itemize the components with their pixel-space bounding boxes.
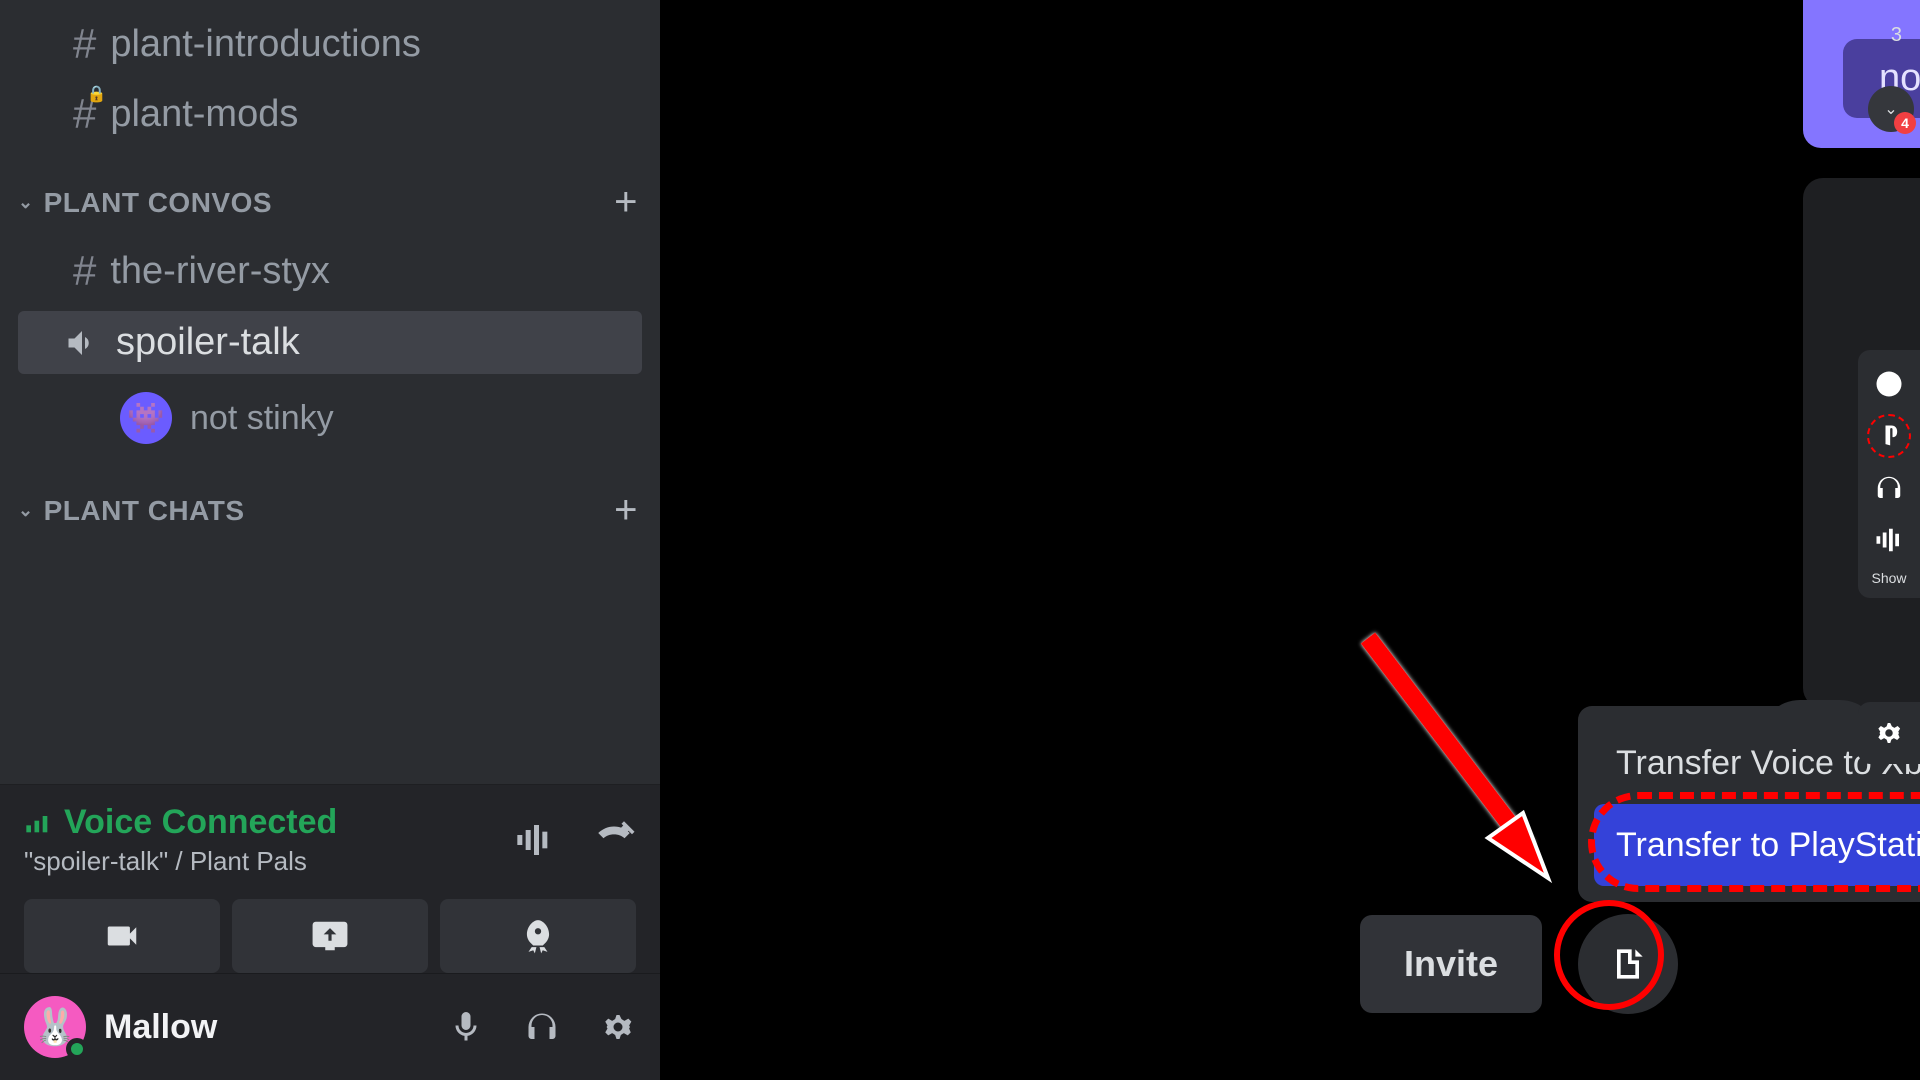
voice-connected-status[interactable]: Voice Connected	[24, 803, 337, 842]
activity-button[interactable]	[440, 899, 636, 973]
screen-share-icon	[311, 917, 349, 955]
platform-panel: Show	[1858, 350, 1920, 598]
channel-label: plant-mods	[110, 93, 298, 136]
transfer-voice-button[interactable]	[1578, 914, 1678, 1014]
category-plant-chats[interactable]: ⌄ PLANT CHATS +	[0, 458, 660, 543]
hash-icon: #	[73, 247, 96, 295]
settings-button[interactable]	[600, 1009, 636, 1045]
current-user-avatar[interactable]: 🐰	[24, 996, 86, 1058]
camera-icon	[103, 917, 141, 955]
xbox-platform-button[interactable]	[1867, 362, 1911, 406]
playstation-platform-button[interactable]	[1867, 414, 1911, 458]
headphones-button[interactable]	[1867, 466, 1911, 510]
voice-toolbar: Invite ⌄	[1360, 914, 1920, 1014]
channel-label: the-river-styx	[110, 250, 330, 293]
channel-plant-mods[interactable]: #🔒 plant-mods	[18, 80, 642, 148]
voice-channel-spoiler-talk[interactable]: spoiler-talk	[18, 311, 642, 374]
annotation-arrow	[1348, 618, 1588, 918]
voice-call-view: not stinky ✦ ✦ No one else is here yet. …	[660, 0, 1920, 1080]
signal-icon	[24, 809, 52, 837]
inbox-button[interactable]: ⌄ 4	[1868, 86, 1914, 132]
invite-button[interactable]: Invite	[1360, 915, 1542, 1013]
channel-plant-introductions[interactable]: # plant-introductions	[18, 10, 642, 78]
online-status-icon	[66, 1038, 88, 1060]
deafen-button[interactable]	[524, 1009, 560, 1045]
video-button[interactable]	[24, 899, 220, 973]
notification-count: 4	[1894, 112, 1916, 134]
voice-status-text: Voice Connected	[64, 803, 337, 842]
add-channel-button[interactable]: +	[614, 488, 638, 533]
screen-share-button[interactable]	[232, 899, 428, 973]
speaker-icon	[64, 325, 100, 361]
hash-icon: #🔒	[73, 90, 96, 138]
right-rail: 3 ⌄ 4 Show	[1858, 0, 1920, 1080]
add-channel-button[interactable]: +	[614, 180, 638, 225]
user-avatar-icon	[120, 392, 172, 444]
category-plant-convos[interactable]: ⌄ PLANT CONVOS +	[0, 150, 660, 235]
hash-icon: #	[73, 20, 96, 68]
voice-user-not-stinky[interactable]: not stinky	[0, 378, 660, 458]
category-label: PLANT CONVOS	[44, 187, 272, 219]
voice-channel-label: spoiler-talk	[116, 321, 300, 364]
lock-icon: 🔒	[86, 84, 106, 104]
mute-button[interactable]	[448, 1009, 484, 1045]
voice-settings-button[interactable]	[1858, 702, 1920, 764]
chevron-down-icon: ⌄	[18, 500, 34, 521]
voice-channel-path: "spoiler-talk" / Plant Pals	[24, 846, 337, 877]
noise-suppression-button[interactable]	[512, 818, 556, 862]
transfer-icon	[1606, 942, 1650, 986]
channel-label: plant-introductions	[110, 23, 421, 66]
rocket-icon	[519, 917, 557, 955]
channel-the-river-styx[interactable]: # the-river-styx	[18, 237, 642, 305]
current-user-name[interactable]: Mallow	[104, 1008, 430, 1047]
category-label: PLANT CHATS	[44, 495, 245, 527]
voice-status-panel: Voice Connected "spoiler-talk" / Plant P…	[0, 784, 660, 973]
chevron-down-icon: ⌄	[18, 192, 34, 213]
right-rail-number: 3	[1891, 24, 1902, 47]
user-footer: 🐰 Mallow	[0, 973, 660, 1080]
voice-user-name: not stinky	[190, 399, 334, 438]
disconnect-button[interactable]	[592, 818, 636, 862]
channel-sidebar: # plant-introductions #🔒 plant-mods ⌄ PL…	[0, 0, 660, 1080]
show-label: Show	[1871, 570, 1906, 586]
soundboard-button[interactable]	[1867, 518, 1911, 562]
